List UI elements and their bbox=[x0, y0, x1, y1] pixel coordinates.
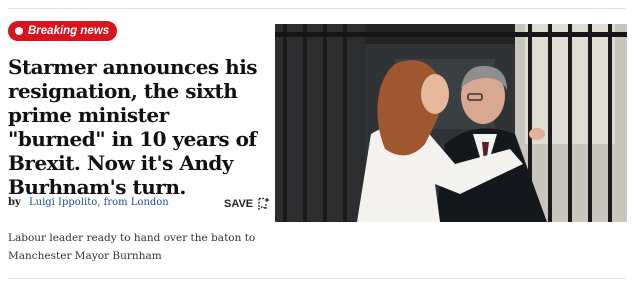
save-label: SAVE bbox=[224, 197, 254, 210]
bottom-divider bbox=[8, 278, 626, 279]
live-dot-icon bbox=[15, 27, 23, 35]
bookmark-add-icon bbox=[257, 197, 270, 210]
byline-prefix: by bbox=[8, 197, 21, 208]
byline: by Luigi Ippolito, from London bbox=[8, 197, 169, 208]
top-divider bbox=[8, 8, 626, 9]
badge-label: Breaking news bbox=[28, 25, 110, 37]
article-headline[interactable]: Starmer announces his resignation, the s… bbox=[8, 55, 270, 199]
breaking-news-badge[interactable]: Breaking news bbox=[8, 21, 118, 41]
save-button[interactable]: SAVE bbox=[224, 197, 270, 210]
article-photo[interactable] bbox=[275, 24, 627, 222]
author-link[interactable]: Luigi Ippolito, from London bbox=[29, 197, 169, 208]
article-summary: Labour leader ready to hand over the bat… bbox=[8, 232, 256, 262]
